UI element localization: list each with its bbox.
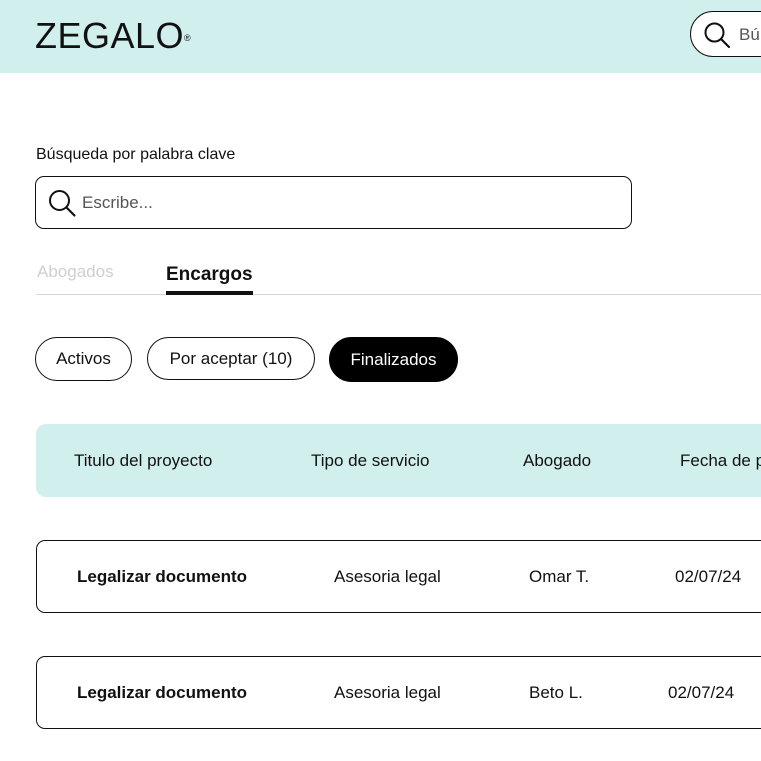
filter-por-aceptar-button[interactable]: Por aceptar (10): [147, 337, 315, 380]
header-search-placeholder: Bú: [739, 25, 760, 44]
row-date: 02/07/24: [668, 683, 735, 702]
keyword-search-box[interactable]: [35, 176, 632, 229]
tabs-divider: [36, 294, 761, 295]
keyword-search-label: Búsqueda por palabra clave: [36, 146, 236, 163]
column-header-date[interactable]: Fecha de p: [680, 451, 761, 471]
column-header-title[interactable]: Titulo del proyecto: [74, 451, 212, 471]
search-icon: [49, 190, 76, 217]
brand-logo-text: ZEGALO: [35, 15, 185, 56]
row-service: Asesoria legal: [334, 683, 441, 702]
table-header: Titulo del proyecto Tipo de servicio Abo…: [36, 424, 761, 497]
tab-encargos[interactable]: Encargos: [166, 264, 253, 286]
row-lawyer: Beto L.: [529, 683, 583, 702]
column-header-lawyer[interactable]: Abogado: [523, 451, 591, 471]
keyword-search-input[interactable]: [82, 189, 602, 217]
brand-logo[interactable]: ZEGALO®: [35, 16, 191, 56]
top-header: ZEGALO® Bú: [0, 0, 761, 73]
row-service: Asesoria legal: [334, 567, 441, 586]
filter-finalizados-button[interactable]: Finalizados: [329, 337, 458, 382]
search-icon: [704, 22, 731, 49]
page: ZEGALO® Bú Búsqueda por palabra clave Ab…: [0, 0, 761, 761]
row-lawyer: Omar T.: [529, 567, 590, 586]
registered-mark: ®: [184, 33, 192, 43]
row-title: Legalizar documento: [77, 683, 248, 702]
header-search-input[interactable]: Bú: [690, 11, 761, 57]
row-title: Legalizar documento: [77, 567, 248, 586]
row-date: 02/07/24: [675, 567, 742, 586]
table-row[interactable]: Legalizar documento Asesoria legal Beto …: [36, 656, 761, 729]
tab-abogados[interactable]: Abogados: [37, 262, 114, 282]
active-tab-indicator: [166, 291, 253, 295]
table-row[interactable]: Legalizar documento Asesoria legal Omar …: [36, 540, 761, 613]
filter-activos-button[interactable]: Activos: [35, 337, 132, 381]
column-header-service[interactable]: Tipo de servicio: [311, 451, 429, 471]
